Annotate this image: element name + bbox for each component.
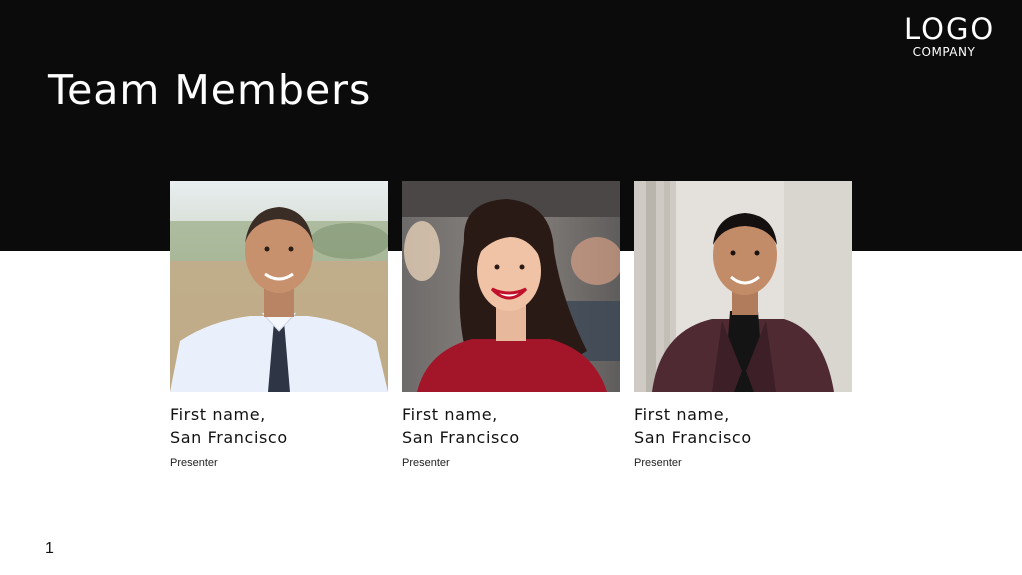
portrait-man-burgundy-blazer [634,181,852,392]
portrait-woman-red-sweater [402,181,620,392]
member-role: Presenter [170,457,218,469]
member-first-name: First name, [402,405,498,424]
company-logo: LOGO COMPANY [904,12,996,60]
member-first-name: First name, [170,405,266,424]
member-role: Presenter [634,457,682,469]
member-name: First name, San Francisco [170,403,388,449]
slide-title: Team Members [48,66,372,114]
member-location: San Francisco [170,428,288,447]
logo-subtext: COMPANY [912,45,976,59]
member-name: First name, San Francisco [402,403,620,449]
member-name: First name, San Francisco [634,403,852,449]
member-first-name: First name, [634,405,730,424]
logo-text: LOGO [904,12,996,46]
team-member-card: First name, San Francisco Presenter [170,181,388,470]
portrait-man-white-shirt-tie [170,181,388,392]
member-location: San Francisco [634,428,752,447]
member-location: San Francisco [402,428,520,447]
member-photo [402,181,620,392]
team-member-card: First name, San Francisco Presenter [634,181,852,470]
member-photo [634,181,852,392]
member-role: Presenter [402,457,450,469]
team-member-card: First name, San Francisco Presenter [402,181,620,470]
page-number: 1 [45,540,54,557]
member-photo [170,181,388,392]
